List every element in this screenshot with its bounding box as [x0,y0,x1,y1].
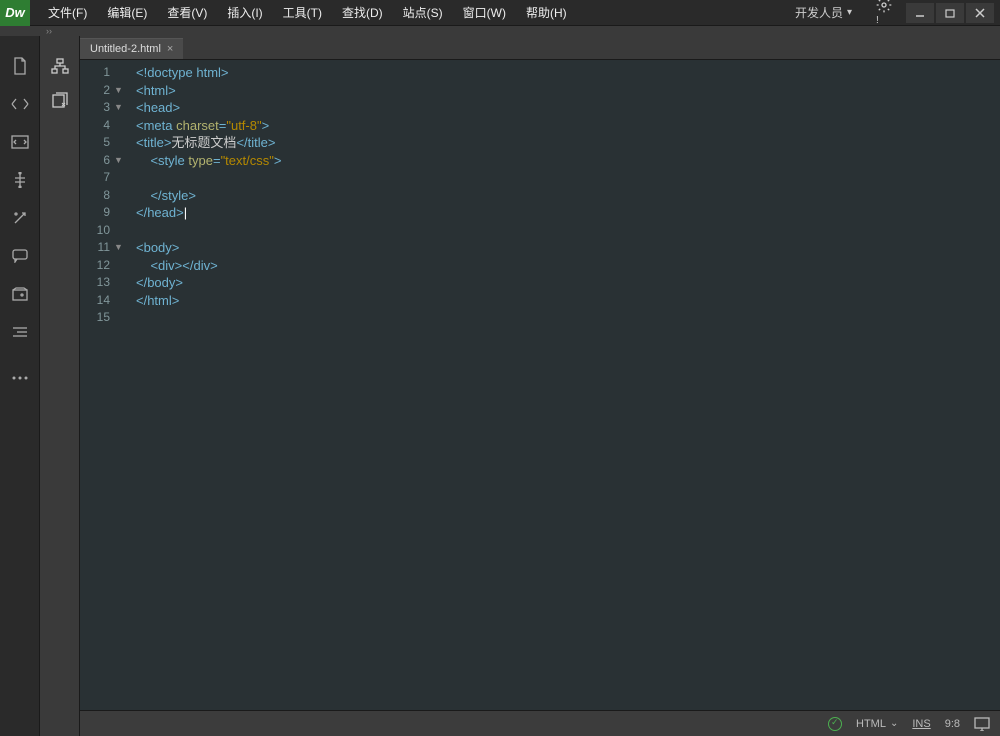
close-tab-icon[interactable]: × [167,43,173,55]
preview-icon[interactable] [974,717,990,731]
chevron-down-icon: ▾ [847,7,852,18]
chevron-down-icon: ⌄ [890,718,898,729]
more-tools-icon[interactable] [10,368,30,388]
menu-item[interactable]: 站点(S) [395,0,451,25]
menu-item[interactable]: 查找(D) [334,0,391,25]
secondary-toolbar [40,36,80,736]
settings-button[interactable]: ! [870,0,898,29]
file-tab[interactable]: Untitled-2.html × [80,38,183,59]
dom-tree-icon[interactable] [50,56,70,76]
indent-tool-icon[interactable] [10,322,30,342]
menu-item[interactable]: 帮助(H) [518,0,575,25]
language-mode[interactable]: HTML ⌄ [856,718,898,730]
check-circle-icon [828,717,842,731]
line-gutter: 1 2▼3▼4 5 6▼7 8 9 10 11▼12 13 14 15 [80,60,128,710]
files-panel-icon[interactable] [50,90,70,110]
workspace-label: 开发人员 [795,4,843,21]
maximize-button[interactable] [936,3,964,23]
menu-item[interactable]: 查看(V) [159,0,215,25]
app-logo: Dw [0,0,30,26]
tab-label: Untitled-2.html [90,43,161,55]
wand-tool-icon[interactable] [10,208,30,228]
error-status[interactable] [828,717,842,731]
window-controls [906,3,994,23]
menu-item[interactable]: 工具(T) [275,0,330,25]
split-view-icon[interactable] [10,170,30,190]
editor-area: Untitled-2.html × 1 2▼3▼4 5 6▼7 8 9 10 1… [80,36,1000,736]
workspace-dropdown[interactable]: 开发人员 ▾ [785,2,862,23]
left-toolbar [0,36,40,736]
close-button[interactable] [966,3,994,23]
insert-mode[interactable]: INS [912,718,930,730]
menu-bar: 文件(F)编辑(E)查看(V)插入(I)工具(T)查找(D)站点(S)窗口(W)… [40,0,575,25]
menu-item[interactable]: 文件(F) [40,0,95,25]
assets-tool-icon[interactable] [10,284,30,304]
code-editor[interactable]: 1 2▼3▼4 5 6▼7 8 9 10 11▼12 13 14 15 <!do… [80,60,1000,710]
code-view-icon[interactable] [10,132,30,152]
titlebar: Dw 文件(F)编辑(E)查看(V)插入(I)工具(T)查找(D)站点(S)窗口… [0,0,1000,26]
status-bar: HTML ⌄ INS 9:8 [80,710,1000,736]
code-content[interactable]: <!doctype html><html><head><meta charset… [128,60,1000,710]
file-tool-icon[interactable] [10,56,30,76]
menu-item[interactable]: 编辑(E) [99,0,155,25]
comment-tool-icon[interactable] [10,246,30,266]
panel-grip-icon[interactable]: ›› [46,26,52,36]
horizontal-scrollbar[interactable] [86,718,812,730]
cursor-position: 9:8 [945,718,960,730]
menu-item[interactable]: 插入(I) [219,0,270,25]
menu-item[interactable]: 窗口(W) [455,0,514,25]
tab-bar: Untitled-2.html × [80,36,1000,60]
minimize-button[interactable] [906,3,934,23]
manage-sites-icon[interactable] [10,94,30,114]
